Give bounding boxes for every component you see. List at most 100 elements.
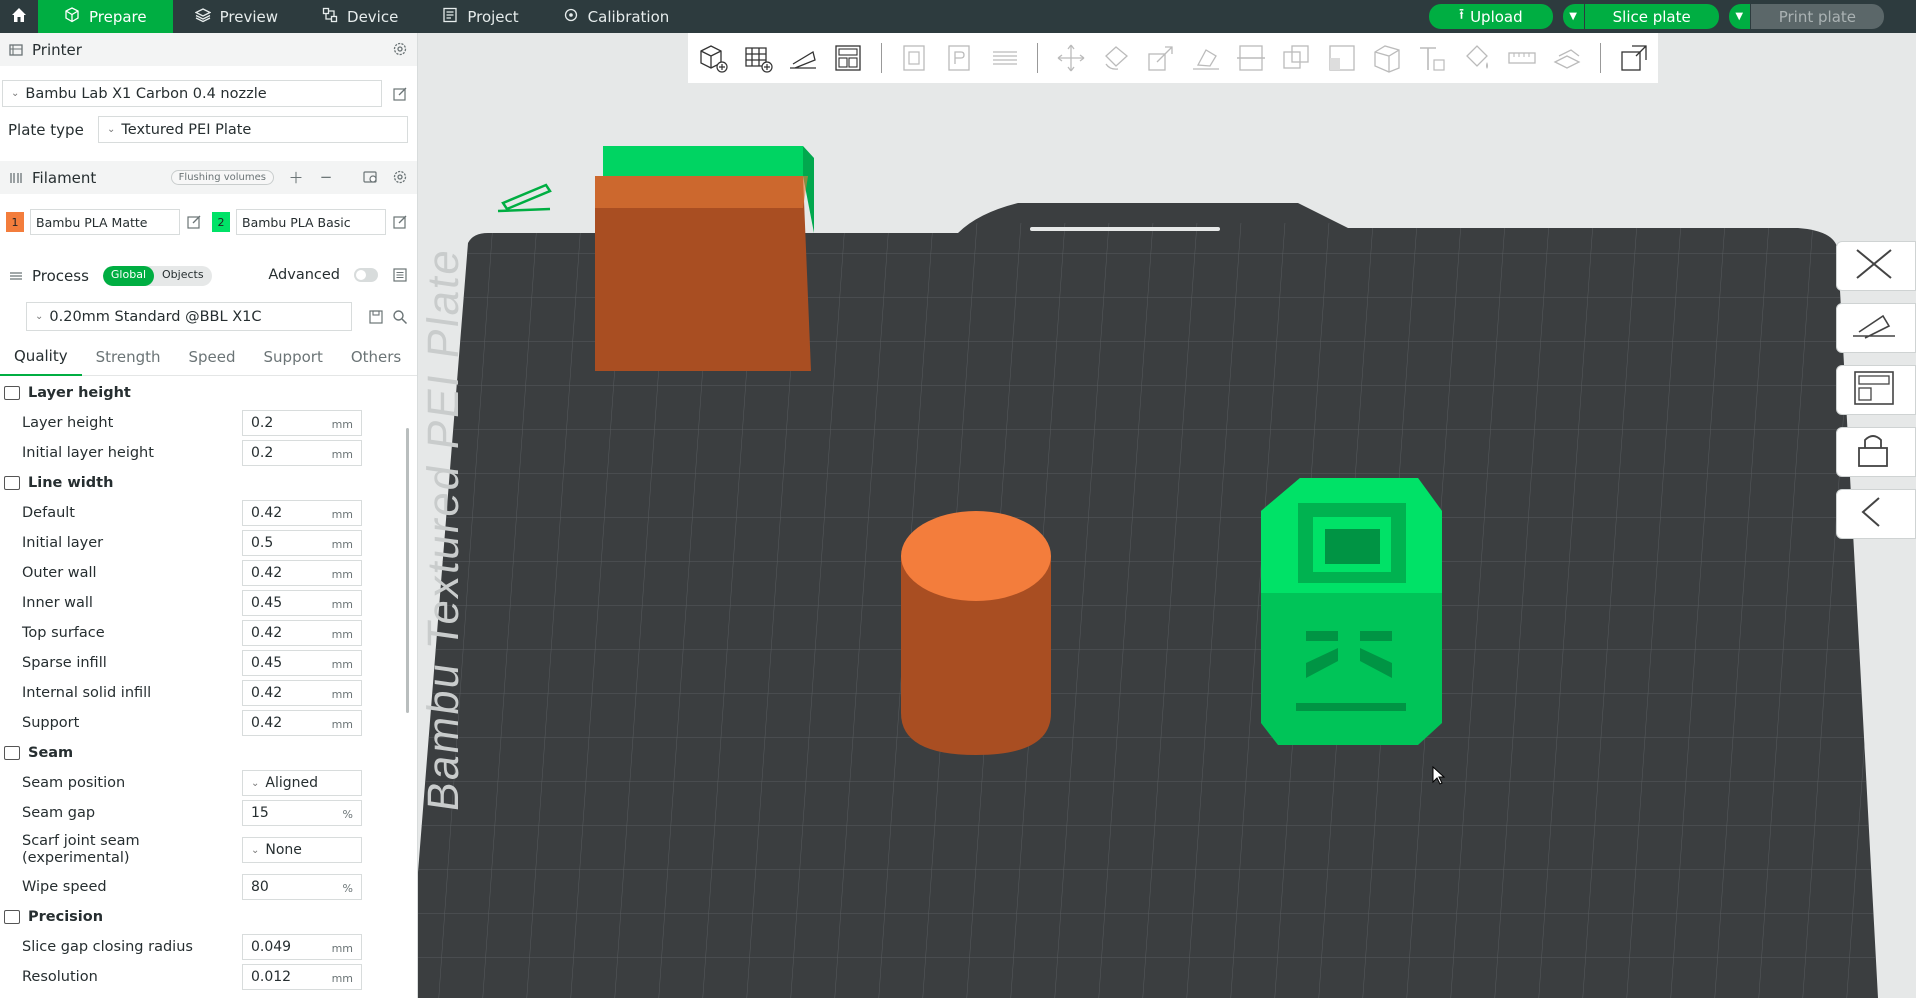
lay-on-face-icon[interactable] (1188, 39, 1225, 77)
tab-preview[interactable]: Preview (173, 0, 300, 33)
filament-item-2[interactable]: 2 Bambu PLA Basic (212, 209, 408, 235)
auto-orient-plate-button[interactable] (1836, 303, 1916, 353)
precision-icon (4, 910, 20, 924)
plate-options-button[interactable] (1836, 489, 1916, 539)
tab-others[interactable]: Others (337, 338, 415, 376)
tab-calibration[interactable]: Calibration (541, 0, 692, 33)
assembly-icon[interactable] (1549, 39, 1586, 77)
filament-section-title: Filament (32, 168, 97, 187)
param-input[interactable]: 0.42 mm (242, 620, 362, 646)
filament-color-swatch[interactable]: 2 (212, 212, 230, 232)
search-icon[interactable] (392, 309, 408, 325)
param-input[interactable]: 15% (242, 800, 362, 826)
edit-icon[interactable] (392, 214, 408, 230)
advanced-toggle[interactable] (354, 268, 378, 282)
printer-select[interactable]: ⌄ Bambu Lab X1 Carbon 0.4 nozzle (2, 80, 382, 107)
auto-orient-icon[interactable] (784, 39, 821, 77)
close-view-button[interactable] (1836, 241, 1916, 291)
tab-support[interactable]: Support (250, 338, 337, 376)
slice-plate-button[interactable]: Slice plate (1584, 4, 1719, 29)
slice-dropdown-button[interactable]: ▼ (1562, 4, 1585, 29)
support-paint-icon[interactable] (1323, 39, 1360, 77)
global-objects-toggle[interactable]: Global Objects (102, 265, 212, 286)
arrange-icon[interactable] (829, 39, 866, 77)
move-icon[interactable] (1052, 39, 1089, 77)
param-input[interactable]: 0.2 mm (242, 410, 362, 436)
add-object-icon[interactable] (694, 39, 731, 77)
arrange-plate-button[interactable] (1836, 365, 1916, 415)
build-plate-scene[interactable]: Bambu Textured PEI Plate (418, 33, 1916, 998)
upload-button[interactable]: ⭱ Upload (1428, 4, 1553, 29)
text-icon[interactable] (1413, 39, 1450, 77)
plate-settings-icon[interactable] (941, 39, 978, 77)
scarf-joint-select[interactable]: ⌄ None (242, 837, 362, 863)
lock-plate-button[interactable] (1836, 427, 1916, 477)
sync-ams-icon[interactable] (362, 169, 378, 185)
tab-prepare[interactable]: Prepare (38, 0, 173, 33)
gear-icon[interactable] (392, 169, 408, 185)
list-icon[interactable] (392, 267, 408, 283)
filament-color-swatch[interactable]: 1 (6, 212, 24, 232)
param-input[interactable]: 80% (242, 874, 362, 900)
param-label: Top surface (22, 625, 105, 641)
3d-viewport[interactable]: Bambu Textured PEI Plate (418, 33, 1916, 998)
filament-item-1[interactable]: 1 Bambu PLA Matte (6, 209, 202, 235)
global-option[interactable]: Global (102, 265, 154, 286)
toolbar-separator (1037, 43, 1039, 73)
gear-icon[interactable] (392, 41, 408, 57)
param-input[interactable]: 0.42 mm (242, 560, 362, 586)
filament-name[interactable]: Bambu PLA Matte (30, 209, 180, 235)
tab-device-label: Device (347, 7, 399, 26)
print-dropdown-button[interactable]: ▼ (1728, 4, 1751, 29)
param-input[interactable]: 0.45 mm (242, 650, 362, 676)
objects-option[interactable]: Objects (154, 266, 212, 286)
seam-paint-icon[interactable] (1368, 39, 1405, 77)
group-title: Seam (28, 745, 74, 761)
param-input[interactable]: 0.42 mm (242, 680, 362, 706)
home-button[interactable] (0, 0, 38, 33)
split-objects-icon[interactable] (1615, 39, 1652, 77)
param-input[interactable]: 0.2 mm (242, 440, 362, 466)
edit-icon[interactable] (392, 86, 408, 102)
sidebar-scrollbar[interactable] (406, 428, 409, 713)
plate-type-select[interactable]: ⌄ Textured PEI Plate (98, 116, 408, 143)
param-input[interactable]: 0.42 mm (242, 500, 362, 526)
seam-position-select[interactable]: ⌄ Aligned (242, 770, 362, 796)
param-input[interactable]: 0.42 mm (242, 710, 362, 736)
tab-device[interactable]: Device (300, 0, 420, 33)
tab-strength[interactable]: Strength (82, 338, 175, 376)
tab-speed[interactable]: Speed (175, 338, 250, 376)
param-input[interactable]: 0.45 mm (242, 590, 362, 616)
minus-icon[interactable]: − (318, 168, 334, 186)
filament-name[interactable]: Bambu PLA Basic (236, 209, 386, 235)
boolean-icon[interactable] (1278, 39, 1315, 77)
top-bar: Prepare Preview Device Project Calibrati… (0, 0, 1916, 33)
flushing-volumes-button[interactable]: Flushing volumes (170, 169, 274, 185)
plate-icon[interactable] (896, 39, 933, 77)
rotate-icon[interactable] (1097, 39, 1134, 77)
print-plate-button[interactable]: Print plate (1750, 4, 1884, 29)
calibration-icon (563, 7, 579, 27)
chevron-down-icon: ⌄ (251, 844, 260, 856)
scale-icon[interactable] (1142, 39, 1179, 77)
tab-project[interactable]: Project (420, 0, 540, 33)
param-label: Initial layer (22, 535, 104, 551)
layers-list-icon[interactable] (986, 39, 1023, 77)
cut-icon[interactable] (1233, 39, 1270, 77)
process-preset-select[interactable]: ⌄ 0.20mm Standard @BBL X1C (26, 302, 352, 331)
viewport-toolbar (688, 33, 1658, 83)
param-value: 0.012 (251, 969, 292, 985)
color-paint-icon[interactable] (1458, 39, 1495, 77)
save-icon[interactable] (368, 309, 384, 325)
param-input[interactable]: 0.012 mm (242, 964, 362, 990)
edit-icon[interactable] (186, 214, 202, 230)
add-plate-icon[interactable] (739, 39, 776, 77)
param-input[interactable]: 0.049 mm (242, 934, 362, 960)
mouse-cursor-icon (1432, 765, 1446, 790)
plus-icon[interactable]: ＋ (288, 169, 304, 187)
param-input[interactable]: 0.5 mm (242, 530, 362, 556)
param-label: Support (22, 715, 80, 731)
param-unit: mm (331, 598, 353, 611)
tab-quality[interactable]: Quality (0, 338, 82, 376)
measure-icon[interactable] (1504, 39, 1541, 77)
